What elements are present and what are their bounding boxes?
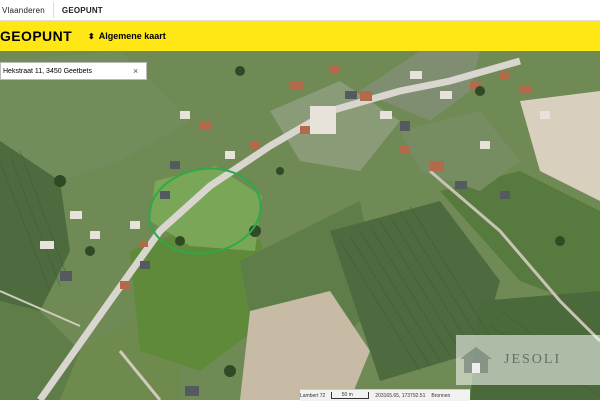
sources-link[interactable]: Bronnen (431, 393, 450, 399)
app-header: GEOPUNT ⬍ Algemene kaart (0, 21, 600, 51)
coordinates-readout: 203165.65, 173792.51 (375, 392, 426, 399)
watermark-logo: JESOLI (456, 335, 600, 385)
map-footer: Lambert 72 50 m 203165.65, 173792.51 Bro… (300, 389, 470, 401)
house-logo-icon (460, 347, 492, 373)
scale-distance: 50 m (341, 392, 353, 398)
scale-bar: 50 m (331, 392, 370, 399)
app-name[interactable]: GEOPUNT (62, 6, 103, 15)
projection-label: Lambert 72 (300, 392, 326, 399)
page-title: GEOPUNT (0, 28, 73, 44)
top-navigation-bar: Vlaanderen GEOPUNT (0, 0, 600, 21)
up-down-chevron-icon: ⬍ (88, 31, 95, 41)
watermark-text: JESOLI (504, 352, 562, 367)
brand-name[interactable]: Vlaanderen (0, 6, 45, 15)
layer-label: Algemene kaart (98, 31, 166, 41)
clear-icon[interactable]: × (133, 66, 138, 76)
search-input[interactable] (1, 64, 133, 78)
divider (52, 2, 54, 18)
layer-selector[interactable]: ⬍ Algemene kaart (88, 31, 166, 41)
address-search-box[interactable]: × (0, 62, 147, 80)
